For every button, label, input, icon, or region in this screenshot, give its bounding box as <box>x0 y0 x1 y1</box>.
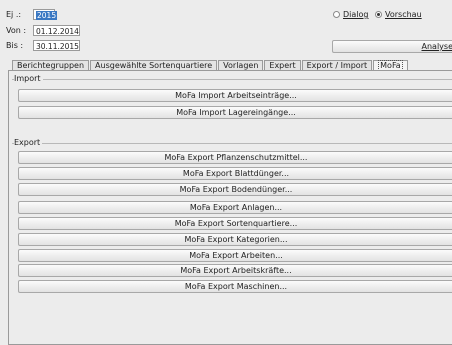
vorschau-radio[interactable]: Vorschau <box>375 10 422 19</box>
mofa-import-arbeitseintraege-button[interactable]: MoFa Import Arbeitseinträge... <box>18 89 452 102</box>
bis-label: Bis : <box>6 41 24 50</box>
import-group-title: Import <box>14 74 43 83</box>
mofa-import-lagereingaenge-button[interactable]: MoFa Import Lagereingänge... <box>18 106 452 119</box>
radio-unchecked-icon <box>333 11 340 18</box>
export-group-title: Export <box>14 138 43 147</box>
mofa-export-sortenquartiere-button[interactable]: MoFa Export Sortenquartiere... <box>18 217 452 230</box>
mofa-export-arbeiten-button[interactable]: MoFa Export Arbeiten... <box>18 249 452 262</box>
von-label: Von : <box>6 26 27 35</box>
mofa-export-kategorien-button[interactable]: MoFa Export Kategorien... <box>18 233 452 246</box>
mofa-export-arbeitskraefte-button[interactable]: MoFa Export Arbeitskräfte... <box>18 264 452 277</box>
analyse-button[interactable]: Analyse <box>332 40 452 53</box>
dialog-radio[interactable]: Dialog <box>333 10 368 19</box>
ej-label: Ej .: <box>6 10 22 19</box>
mofa-export-maschinen-button[interactable]: MoFa Export Maschinen... <box>18 280 452 293</box>
vorschau-radio-label: Vorschau <box>385 10 422 19</box>
ej-field[interactable]: 2015 <box>33 9 58 20</box>
mofa-export-bodenduenger-button[interactable]: MoFa Export Bodendünger... <box>18 183 452 196</box>
mofa-export-blattduenger-button[interactable]: MoFa Export Blattdünger... <box>18 167 452 180</box>
bis-field[interactable]: 30.11.2015 <box>33 40 80 51</box>
dialog-radio-label: Dialog <box>343 10 369 19</box>
mofa-export-anlagen-button[interactable]: MoFa Export Anlagen... <box>18 201 452 214</box>
mofa-export-pflanzenschutzmittel-button[interactable]: MoFa Export Pflanzenschutzmittel... <box>18 151 452 164</box>
von-field[interactable]: 01.12.2014 <box>33 25 80 36</box>
radio-checked-icon <box>375 11 382 18</box>
import-group-border <box>12 79 452 80</box>
export-group-border <box>12 143 452 144</box>
